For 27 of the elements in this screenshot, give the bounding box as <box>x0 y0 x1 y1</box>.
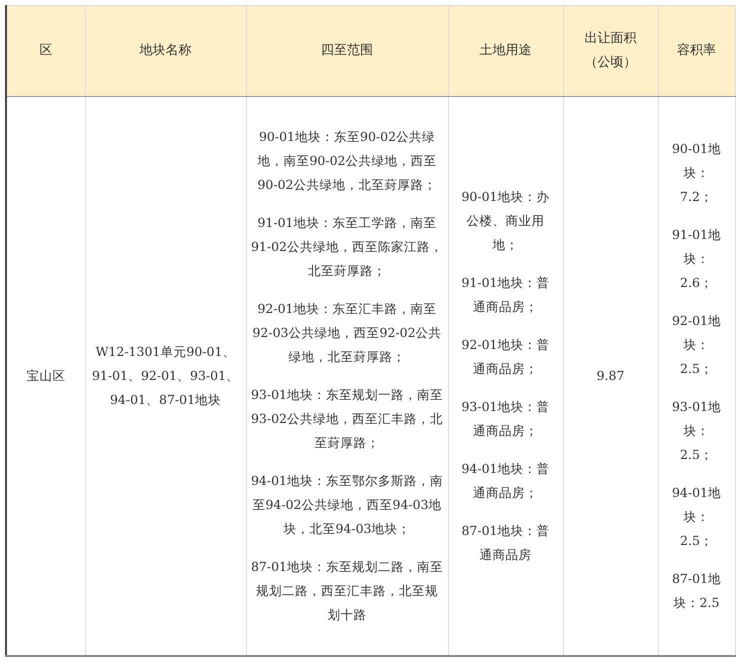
plot-ratio-text: 90-01地块：7.2； <box>670 140 722 206</box>
plot-ratio-text: 92-01地块：2.5； <box>670 312 722 378</box>
column-header: 地块名称 <box>85 6 246 96</box>
land-use-text: 90-01地块：办公楼、商业用地； <box>460 188 551 254</box>
boundary-text: 90-01地块：东至90-02公共绿地，南至90-02公共绿地，西至90-02公共绿地，北至葑厚路； <box>256 128 438 194</box>
boundary-text: 92-01地块：东至汇丰路，南至92-03公共绿地，西至92-02公共绿地，北至葑厚路； <box>251 300 443 366</box>
table-cell: 9.87 <box>563 96 658 656</box>
table-cell: 宝山区 <box>6 96 85 656</box>
land-use-text: 94-01地块：普通商品房； <box>460 460 551 502</box>
table-cell: W12-1301单元90-01、91-01、92-01、93-01、94-01、87-01地块 <box>85 96 246 656</box>
plot-ratio-text: 87-01地块：2.5 <box>670 570 722 612</box>
column-header: 土地用途 <box>448 6 563 96</box>
land-use-text: 93-01地块：普通商品房； <box>460 398 551 440</box>
plot-ratio-text: 94-01地块：2.5； <box>670 484 722 550</box>
land-use-text: 92-01地块：普通商品房； <box>460 336 551 378</box>
column-header: 容积率 <box>658 6 735 96</box>
boundary-text: 93-01地块：东至规划一路，南至93-02公共绿地，西至汇丰路，北至葑厚路； <box>250 386 444 452</box>
boundary-text: 91-01地块：东至工学路，南至91-02公共绿地，西至陈家江路，北至葑厚路； <box>250 214 444 280</box>
column-header: 区 <box>6 6 85 96</box>
column-header: 出让面积（公顷） <box>563 6 658 96</box>
land-use-text: 87-01地块：普通商品房 <box>460 522 551 564</box>
boundary-text: 94-01地块：东至鄂尔多斯路，南至94-02公共绿地，西至94-03地块，北至94-03地块； <box>250 472 444 538</box>
boundary-text: 87-01地块：东至规划二路，南至规划二路，西至汇丰路，北至规划十路 <box>250 558 444 624</box>
plot-ratio-text: 93-01地块：2.5； <box>670 398 722 464</box>
land-use-text: 91-01地块：普通商品房； <box>460 274 551 316</box>
column-header: 四至范围 <box>246 6 448 96</box>
plot-ratio-text: 91-01地块：2.6； <box>670 226 722 292</box>
